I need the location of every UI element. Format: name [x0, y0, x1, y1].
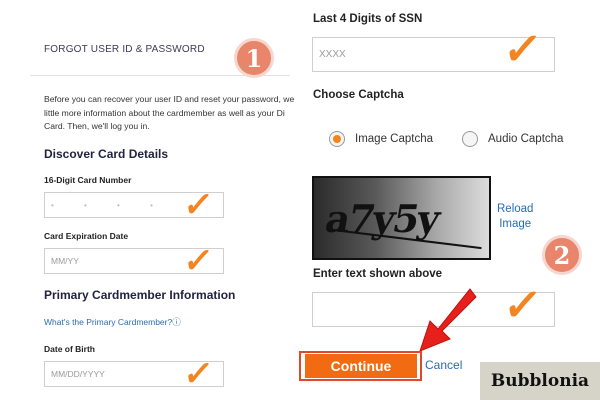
check-icon: ✓ [181, 186, 216, 224]
intro-line: Card. Then, we'll log you in. [44, 121, 150, 131]
ssn-label: Last 4 Digits of SSN [313, 13, 423, 25]
intro-line: little more information about the cardme… [44, 107, 285, 118]
check-icon: ✓ [500, 25, 545, 74]
intro-line: Before you can recover your user ID and … [44, 94, 294, 104]
image-captcha-option[interactable]: Image Captcha [329, 131, 433, 147]
captcha-image: a7y5y [312, 176, 491, 260]
step-2-badge: 2 [542, 235, 582, 275]
audio-captcha-label: Audio Captcha [488, 133, 564, 145]
dob-label: Date of Birth [44, 344, 95, 354]
continue-button[interactable]: Continue [305, 354, 417, 378]
intro-text: Before you can recover your user ID and … [44, 93, 294, 134]
audio-captcha-option[interactable]: Audio Captcha [462, 131, 563, 147]
cancel-link[interactable]: Cancel [425, 358, 462, 372]
primary-heading: Primary Cardmember Information [44, 288, 236, 302]
reload-image-link[interactable]: Reload Image [497, 202, 533, 232]
card-number-value: • • • • [51, 200, 167, 210]
step-1-badge: 1 [234, 38, 274, 78]
radio-icon[interactable] [462, 131, 478, 147]
check-icon: ✓ [500, 281, 545, 330]
image-captcha-label: Image Captcha [355, 133, 433, 145]
radio-icon[interactable] [329, 131, 345, 147]
page-title: FORGOT USER ID & PASSWORD [44, 44, 205, 55]
reload-label: Reload [497, 203, 534, 215]
card-number-label: 16-Digit Card Number [44, 175, 132, 185]
arrow-icon [419, 288, 477, 352]
watermark-logo: Bubblonia [480, 362, 600, 400]
captcha-heading: Choose Captcha [313, 89, 404, 101]
check-icon: ✓ [181, 355, 216, 393]
expiration-label: Card Expiration Date [44, 231, 129, 241]
discover-heading: Discover Card Details [44, 147, 169, 161]
primary-cardmember-link[interactable]: What's the Primary Cardmember?ⓘ [44, 316, 181, 328]
enter-text-label: Enter text shown above [313, 268, 443, 280]
reload-label: Image [499, 218, 532, 230]
check-icon: ✓ [181, 242, 216, 280]
